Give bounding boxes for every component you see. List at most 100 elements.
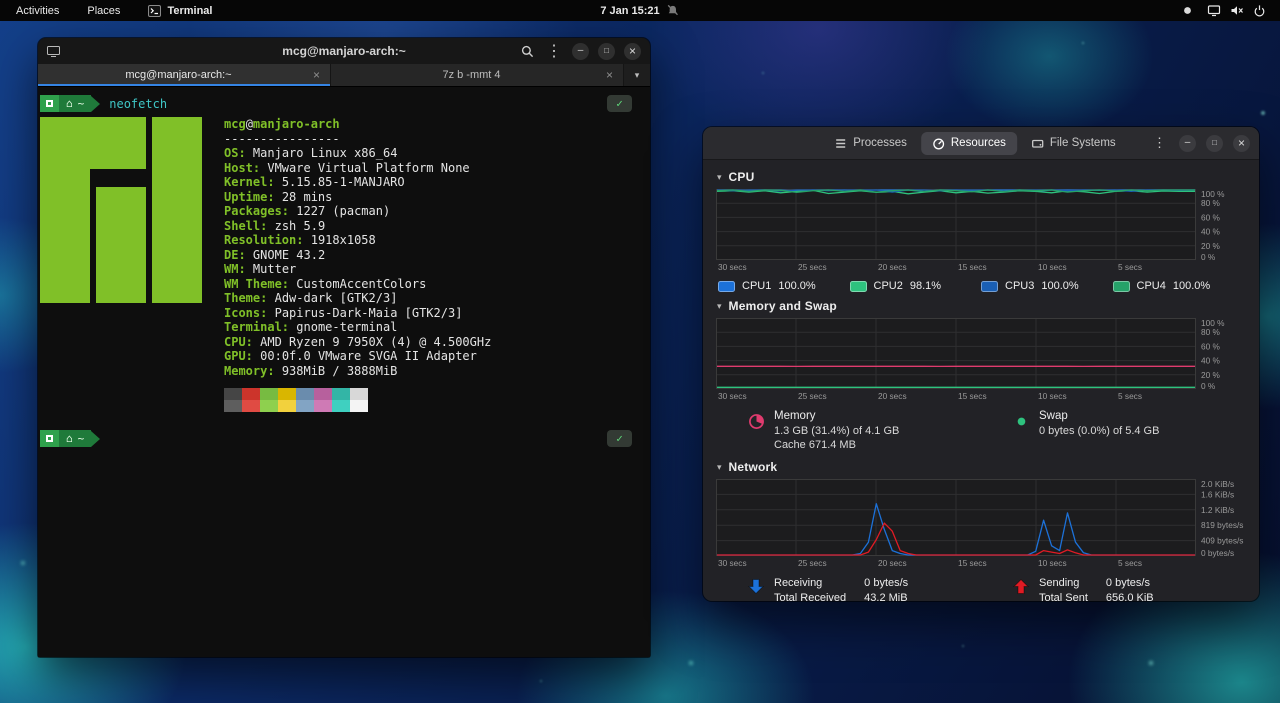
maximize-button[interactable]: □ bbox=[598, 42, 615, 60]
cpu2-swatch bbox=[849, 280, 867, 292]
neofetch-separator: ---------------- bbox=[224, 131, 340, 146]
info-line: Resolution: 1918x1058 bbox=[224, 233, 376, 247]
prompt-path: ~ bbox=[77, 97, 85, 110]
power-icon bbox=[1254, 5, 1265, 17]
close-button[interactable]: × bbox=[624, 42, 641, 60]
search-button[interactable] bbox=[518, 42, 536, 60]
cpu1-swatch bbox=[718, 280, 735, 292]
total-sent-value: 656.0 KiB bbox=[1105, 592, 1154, 601]
exit-status-chip: ✓ bbox=[607, 95, 632, 112]
close-icon: × bbox=[1237, 136, 1245, 150]
check-icon: ✓ bbox=[616, 97, 623, 110]
neofetch-host: manjaro-arch bbox=[252, 117, 340, 131]
tab-resources[interactable]: Resources bbox=[920, 131, 1017, 155]
terminal-tab-2[interactable]: 7z b -mmt 4 × bbox=[331, 64, 624, 86]
svg-text:1.6 KiB/s: 1.6 KiB/s bbox=[1201, 489, 1234, 499]
prompt-line-2: ⌂ ~ ✓ bbox=[40, 430, 636, 447]
exit-status-chip: ✓ bbox=[607, 430, 632, 447]
total-sent-label: Total Sent bbox=[1039, 592, 1088, 601]
collapse-arrow-icon[interactable]: ▾ bbox=[717, 301, 722, 312]
info-line: CPU: AMD Ryzen 9 7950X (4) @ 4.500GHz bbox=[224, 334, 492, 349]
memory-section-title: Memory and Swap bbox=[728, 299, 837, 313]
svg-text:80 %: 80 % bbox=[1201, 198, 1221, 208]
collapse-arrow-icon[interactable]: ▾ bbox=[717, 172, 722, 183]
svg-text:80 %: 80 % bbox=[1201, 327, 1221, 337]
upload-arrow-icon bbox=[1013, 578, 1029, 594]
menu-button[interactable]: ⋮ bbox=[545, 42, 563, 60]
activities-button[interactable]: Activities bbox=[12, 3, 63, 19]
terminal-app-icon bbox=[148, 4, 162, 17]
notifications-muted-icon bbox=[668, 4, 679, 16]
info-line: Host: VMware Virtual Platform None bbox=[224, 160, 470, 175]
terminal-glyph-icon bbox=[46, 435, 53, 442]
info-line: Terminal: gnome-terminal bbox=[224, 320, 398, 334]
memory-legend-item: Memory 1.3 GB (31.4%) of 4.1 GB Cache 67… bbox=[716, 410, 981, 453]
tab-file-systems[interactable]: File Systems bbox=[1020, 132, 1127, 155]
receiving-legend-item: Receiving 0 bytes/s Total Received 43.2 … bbox=[716, 577, 981, 601]
prompt-distro-segment bbox=[40, 430, 59, 447]
download-arrow-icon bbox=[748, 579, 764, 595]
prompt-line-1: ⌂ ~ neofetch ✓ bbox=[40, 95, 636, 112]
volume-muted-icon bbox=[1231, 6, 1243, 15]
maximize-button[interactable]: □ bbox=[1206, 134, 1223, 152]
swap-legend-title: Swap bbox=[1039, 410, 1068, 422]
svg-text:5 secs: 5 secs bbox=[1118, 558, 1142, 568]
tab-close-icon[interactable]: × bbox=[311, 68, 322, 82]
svg-text:20 secs: 20 secs bbox=[878, 558, 907, 568]
menu-button[interactable]: ⋮ bbox=[1150, 135, 1169, 151]
svg-text:10 secs: 10 secs bbox=[1038, 558, 1067, 568]
neofetch-output: mcg@manjaro-arch ---------------- OS: Ma… bbox=[40, 117, 636, 412]
terminal-titlebar[interactable]: mcg@manjaro-arch:~ ⋮ – □ × bbox=[38, 38, 650, 64]
svg-text:25 secs: 25 secs bbox=[798, 558, 827, 568]
clock-button[interactable]: 7 Jan 15:21 bbox=[600, 4, 679, 17]
cpu4-swatch bbox=[1112, 280, 1130, 292]
powerline-arrow bbox=[91, 430, 101, 447]
network-legend: Receiving 0 bytes/s Total Received 43.2 … bbox=[716, 577, 1246, 601]
terminal-tab-1[interactable]: mcg@manjaro-arch:~ × bbox=[38, 64, 331, 86]
svg-text:819 bytes/s: 819 bytes/s bbox=[1201, 520, 1243, 530]
tab-close-icon[interactable]: × bbox=[604, 68, 615, 82]
info-line: Memory: 938MiB / 3888MiB bbox=[224, 363, 398, 378]
close-button[interactable]: × bbox=[1233, 134, 1250, 152]
kebab-icon: ⋮ bbox=[546, 43, 562, 60]
processes-icon bbox=[836, 138, 846, 148]
system-monitor-window: Processes Resources File Systems ⋮ – □ ×… bbox=[703, 127, 1259, 601]
cpu1-legend-item: CPU1 100.0% bbox=[718, 280, 850, 292]
sending-value: 0 bytes/s bbox=[1105, 577, 1150, 589]
tab-processes[interactable]: Processes bbox=[823, 132, 918, 155]
cpu-chart: 30 secs 25 secs 20 secs 15 secs 10 secs 5 sec… bbox=[716, 189, 1246, 273]
svg-text:0 %: 0 % bbox=[1201, 252, 1216, 262]
view-switcher: Processes Resources File Systems bbox=[823, 131, 1127, 155]
terminal-content[interactable]: ⌂ ~ neofetch ✓ mcg@manjaro-arch --------… bbox=[38, 87, 650, 657]
places-menu[interactable]: Places bbox=[83, 3, 124, 19]
svg-text:15 secs: 15 secs bbox=[958, 262, 987, 272]
terminal-window-icon bbox=[47, 45, 60, 57]
status-indicator-icon[interactable] bbox=[1183, 6, 1192, 15]
system-menu[interactable] bbox=[1203, 2, 1270, 19]
activities-label: Activities bbox=[16, 4, 60, 17]
svg-text:0 %: 0 % bbox=[1201, 381, 1216, 391]
tab-label: Resources bbox=[950, 137, 1006, 149]
svg-text:40 %: 40 % bbox=[1201, 356, 1221, 366]
minimize-button[interactable]: – bbox=[1179, 134, 1196, 152]
info-line: Theme: Adw-dark [GTK2/3] bbox=[224, 291, 398, 305]
minimize-button[interactable]: – bbox=[572, 42, 589, 60]
tab-list-dropdown[interactable]: ▾ bbox=[624, 64, 650, 86]
home-icon: ⌂ bbox=[66, 97, 73, 110]
cpu2-legend-item: CPU2 98.1% bbox=[849, 280, 982, 292]
info-line: Packages: 1227 (pacman) bbox=[224, 204, 391, 218]
tab-label: File Systems bbox=[1049, 137, 1116, 149]
cpu-section-title: CPU bbox=[728, 170, 755, 184]
svg-text:30 secs: 30 secs bbox=[718, 558, 747, 568]
system-monitor-headerbar[interactable]: Processes Resources File Systems ⋮ – □ × bbox=[703, 127, 1259, 160]
info-line: Icons: Papirus-Dark-Maia [GTK2/3] bbox=[224, 305, 463, 320]
memory-pie-icon bbox=[749, 414, 764, 429]
svg-text:15 secs: 15 secs bbox=[958, 391, 987, 401]
kebab-icon: ⋮ bbox=[1153, 135, 1166, 150]
maximize-icon: □ bbox=[604, 46, 609, 55]
prompt-path-segment: ⌂ ~ bbox=[59, 430, 92, 447]
cpu-section-header: ▾ CPU bbox=[716, 170, 1246, 184]
receiving-value: 0 bytes/s bbox=[864, 577, 909, 589]
collapse-arrow-icon[interactable]: ▾ bbox=[717, 462, 722, 473]
focused-app-menu[interactable]: Terminal bbox=[144, 3, 216, 19]
